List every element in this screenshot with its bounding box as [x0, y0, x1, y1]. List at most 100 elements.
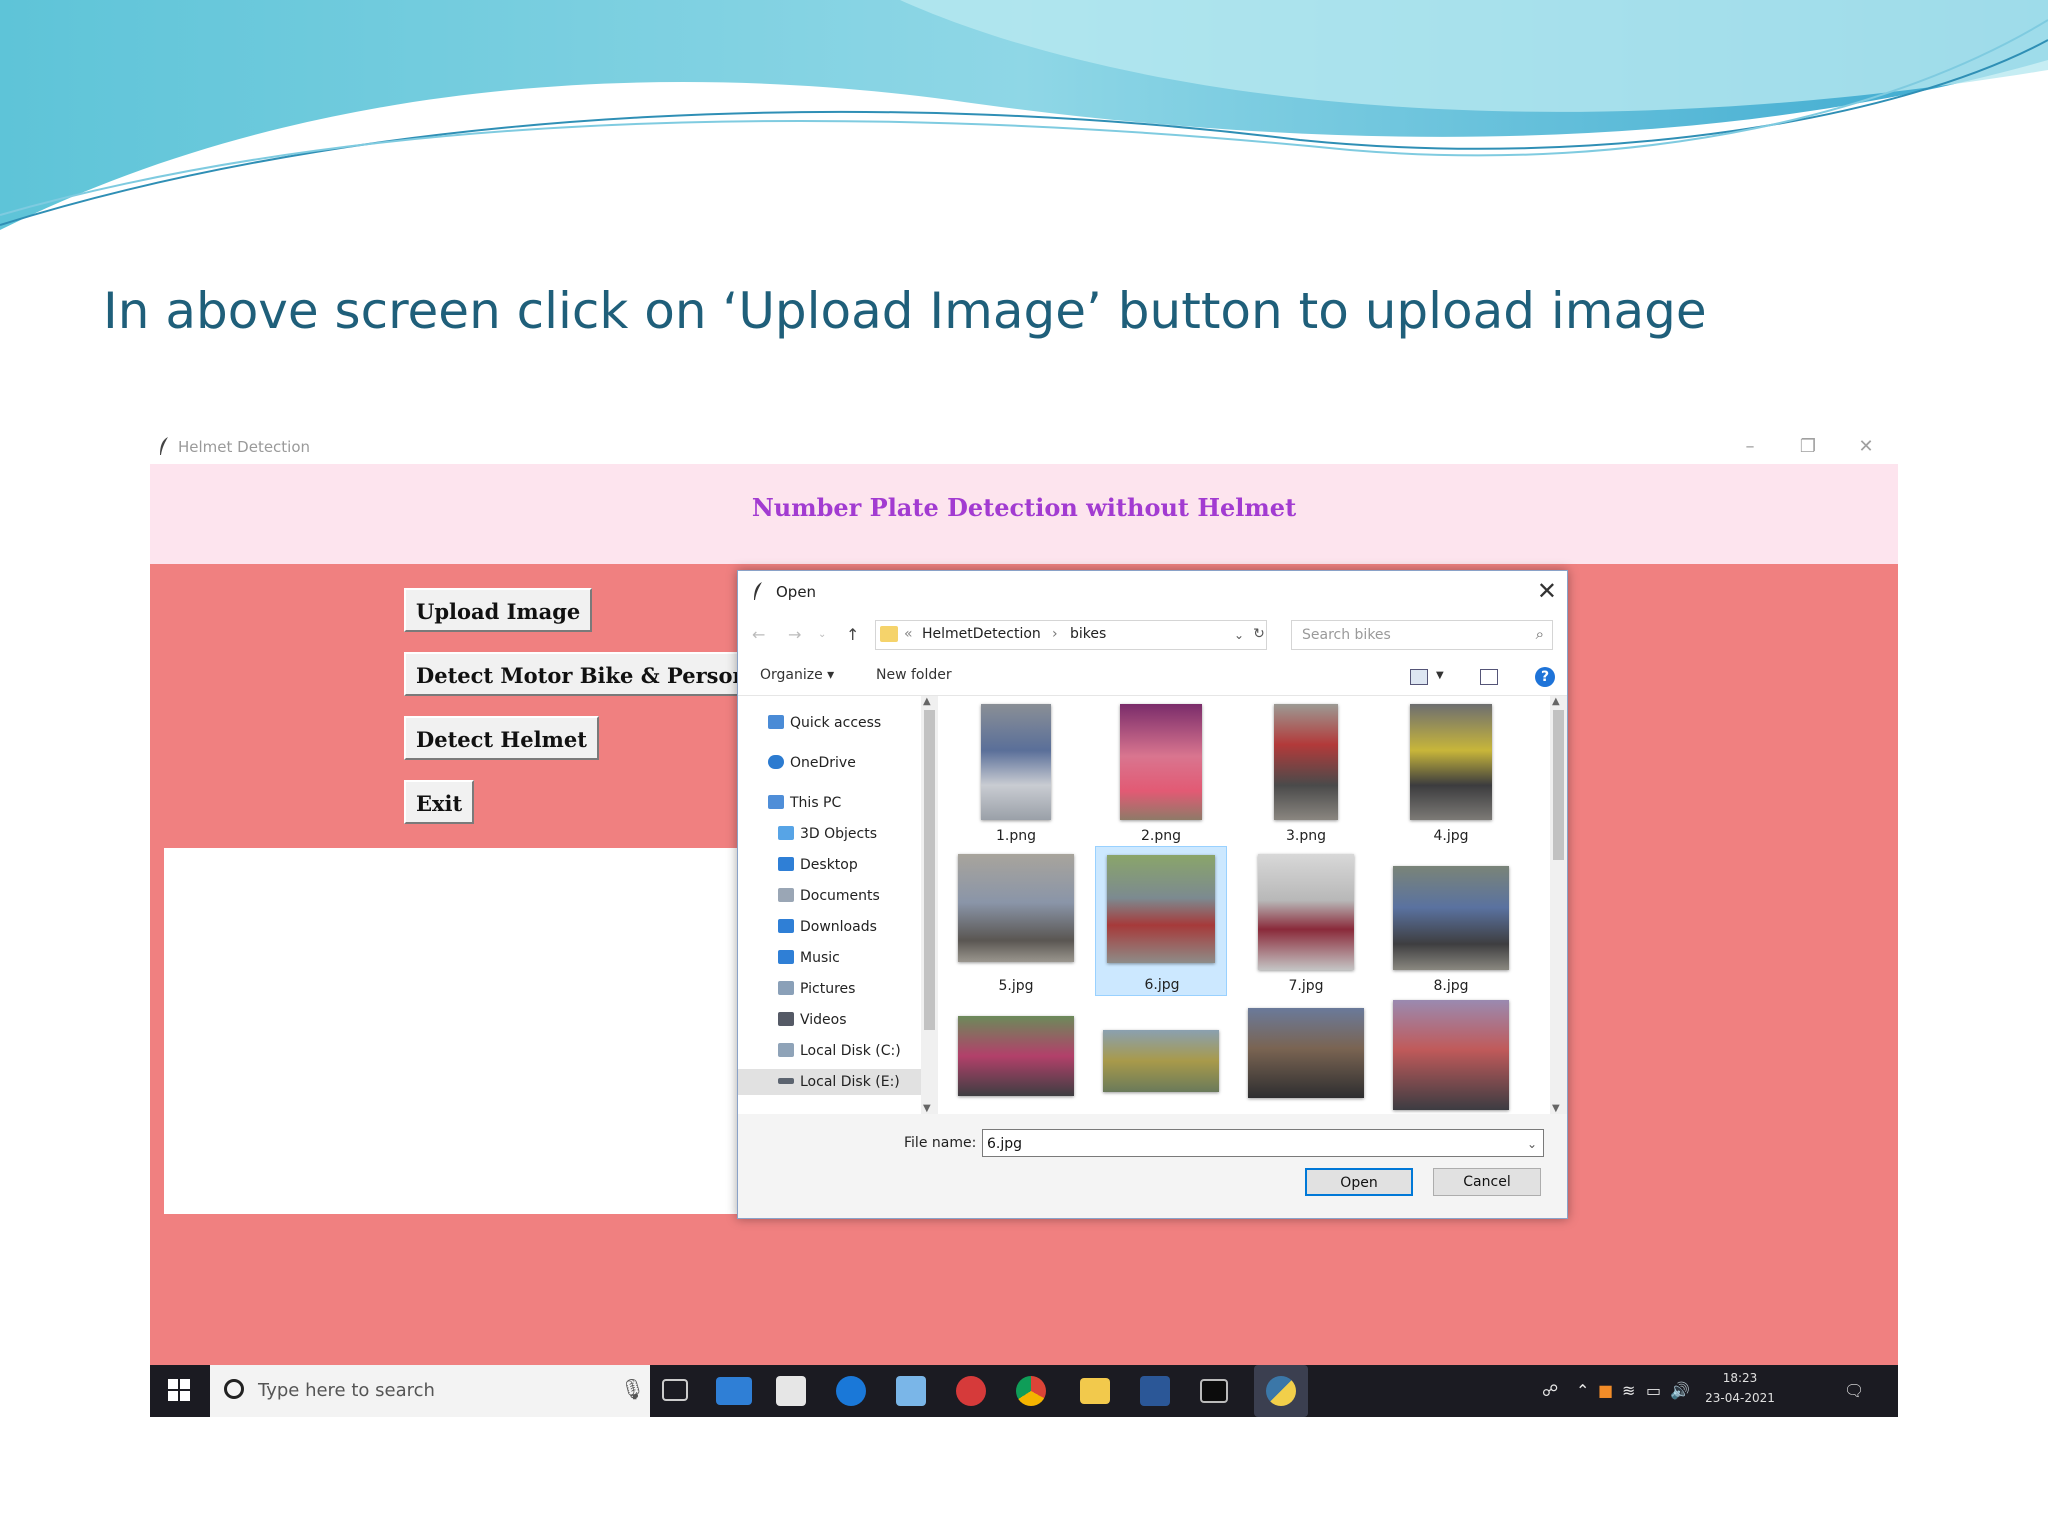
chevron-down-icon[interactable]: ⌄: [1527, 1130, 1537, 1158]
chevron-up-icon[interactable]: ⌃: [1576, 1381, 1589, 1400]
files-scrollbar[interactable]: ▲ ▼: [1550, 696, 1567, 1114]
file-name-input[interactable]: 6.jpg ⌄: [982, 1129, 1544, 1157]
maximize-button[interactable]: ❐: [1788, 434, 1828, 460]
explorer-icon[interactable]: [1080, 1378, 1110, 1404]
scroll-down-icon[interactable]: ▼: [923, 1103, 931, 1114]
file-thumbnail: [1393, 866, 1509, 970]
edge-icon[interactable]: [836, 1376, 866, 1406]
organize-menu[interactable]: Organize ▾: [760, 667, 834, 683]
breadcrumb-item[interactable]: HelmetDetection: [922, 626, 1041, 642]
files-scroll-thumb[interactable]: [1553, 710, 1564, 860]
python-logo: [1266, 1376, 1296, 1406]
breadcrumb-overflow: «: [904, 626, 913, 642]
refresh-icon[interactable]: ↻: [1248, 620, 1270, 648]
scroll-up-icon[interactable]: ▲: [923, 696, 931, 707]
nav-scroll-thumb[interactable]: [924, 710, 935, 1030]
nav-item-local-disk-e[interactable]: Local Disk (E:): [738, 1069, 921, 1095]
file-thumbnail: [1393, 1000, 1509, 1110]
taskbar-search-box[interactable]: Type here to search 🎙: [210, 1365, 650, 1417]
word-icon[interactable]: [1140, 1376, 1170, 1406]
feather-icon: [754, 582, 762, 600]
start-button[interactable]: [150, 1365, 210, 1417]
python-icon[interactable]: [1254, 1365, 1308, 1417]
battery-icon[interactable]: ▭: [1646, 1381, 1661, 1400]
file-item[interactable]: [950, 996, 1082, 1114]
file-name-label: File name:: [904, 1135, 977, 1151]
detect-helmet-button[interactable]: Detect Helmet: [404, 716, 599, 760]
file-item[interactable]: 2.png: [1095, 696, 1227, 846]
file-thumbnail: [1107, 855, 1215, 963]
nav-item-label: Local Disk (C:): [800, 1043, 901, 1059]
recent-locations-icon[interactable]: ⌄: [818, 629, 826, 640]
notification-icon[interactable]: 🗨: [1844, 1381, 1864, 1400]
chevron-down-icon[interactable]: ⌄: [1234, 628, 1244, 642]
breadcrumb-item[interactable]: bikes: [1070, 626, 1106, 642]
close-window-button[interactable]: ✕: [1846, 434, 1886, 460]
clock-time[interactable]: 18:23: [1690, 1371, 1790, 1385]
tray-app-icon[interactable]: ■: [1598, 1381, 1613, 1400]
notepad-icon[interactable]: [896, 1376, 926, 1406]
video-icon: [778, 1012, 794, 1026]
upload-image-button[interactable]: Upload Image: [404, 588, 593, 632]
desktop-icon: [778, 857, 794, 871]
scroll-up-icon[interactable]: ▲: [1552, 696, 1560, 707]
file-item[interactable]: 3.png: [1240, 696, 1372, 846]
wifi-icon[interactable]: ≋: [1622, 1381, 1635, 1400]
app-titlebar: Helmet Detection – ❐ ✕: [150, 430, 1898, 464]
file-item[interactable]: 5.jpg: [950, 846, 1082, 996]
file-thumbnail: [1248, 1008, 1364, 1098]
task-view-icon[interactable]: [662, 1379, 688, 1401]
search-input[interactable]: Search bikes ⌕: [1291, 620, 1553, 650]
download-icon: [778, 919, 794, 933]
file-item[interactable]: 8.jpg: [1385, 846, 1517, 996]
navigation-pane: Quick access OneDrive This PC 3D Objects…: [738, 696, 938, 1114]
store-icon[interactable]: [776, 1376, 806, 1406]
scroll-down-icon[interactable]: ▼: [1552, 1103, 1560, 1114]
file-item[interactable]: 4.jpg: [1385, 696, 1517, 846]
exit-button[interactable]: Exit: [404, 780, 475, 824]
open-button[interactable]: Open: [1305, 1168, 1413, 1196]
back-arrow-icon[interactable]: ←: [752, 625, 765, 644]
nav-item-label: Desktop: [800, 857, 858, 873]
detect-motor-bike-button[interactable]: Detect Motor Bike & Person: [404, 652, 760, 696]
address-bar[interactable]: « HelmetDetection › bikes ⌄: [875, 620, 1267, 650]
preview-pane-icon[interactable]: [1480, 669, 1498, 685]
file-item-selected[interactable]: 6.jpg: [1095, 846, 1227, 996]
folder-icon: [880, 626, 898, 642]
nav-scrollbar[interactable]: ▲ ▼: [921, 696, 938, 1114]
file-name: 8.jpg: [1433, 978, 1469, 994]
file-item[interactable]: [1095, 996, 1227, 1114]
forward-arrow-icon[interactable]: →: [788, 625, 801, 644]
minimize-button[interactable]: –: [1730, 434, 1770, 460]
file-item[interactable]: 7.jpg: [1240, 846, 1372, 996]
people-icon[interactable]: ☍: [1542, 1381, 1558, 1400]
cancel-button[interactable]: Cancel: [1433, 1168, 1541, 1196]
file-name: 7.jpg: [1288, 978, 1324, 994]
slide-caption: In above screen click on ‘Upload Image’ …: [103, 282, 1707, 340]
file-item[interactable]: [1385, 996, 1517, 1114]
volume-icon[interactable]: 🔊: [1670, 1381, 1690, 1400]
file-item[interactable]: [1240, 996, 1372, 1114]
terminal-icon[interactable]: [1200, 1379, 1228, 1403]
nav-item-label: Downloads: [800, 919, 877, 935]
up-arrow-icon[interactable]: ↑: [846, 625, 859, 644]
media-icon[interactable]: [956, 1376, 986, 1406]
nav-item-label: Pictures: [800, 981, 856, 997]
clock-date[interactable]: 23-04-2021: [1690, 1391, 1790, 1405]
dialog-title: Open: [776, 583, 817, 601]
mail-icon[interactable]: [716, 1377, 752, 1405]
close-icon[interactable]: ✕: [1537, 577, 1557, 605]
chevron-down-icon[interactable]: ▼: [1436, 670, 1444, 681]
computer-icon: [768, 795, 784, 809]
music-icon: [778, 950, 794, 964]
view-mode-icon[interactable]: [1410, 669, 1428, 685]
help-icon[interactable]: ?: [1535, 667, 1555, 687]
header-wave-decoration: [0, 0, 2048, 230]
new-folder-button[interactable]: New folder: [876, 667, 952, 683]
file-item[interactable]: 1.png: [950, 696, 1082, 846]
microphone-icon[interactable]: 🎙: [620, 1377, 645, 1401]
file-thumbnail: [1274, 704, 1338, 820]
chrome-icon[interactable]: [1016, 1376, 1046, 1406]
file-thumbnail: [958, 854, 1074, 962]
file-name: 2.png: [1140, 828, 1181, 844]
